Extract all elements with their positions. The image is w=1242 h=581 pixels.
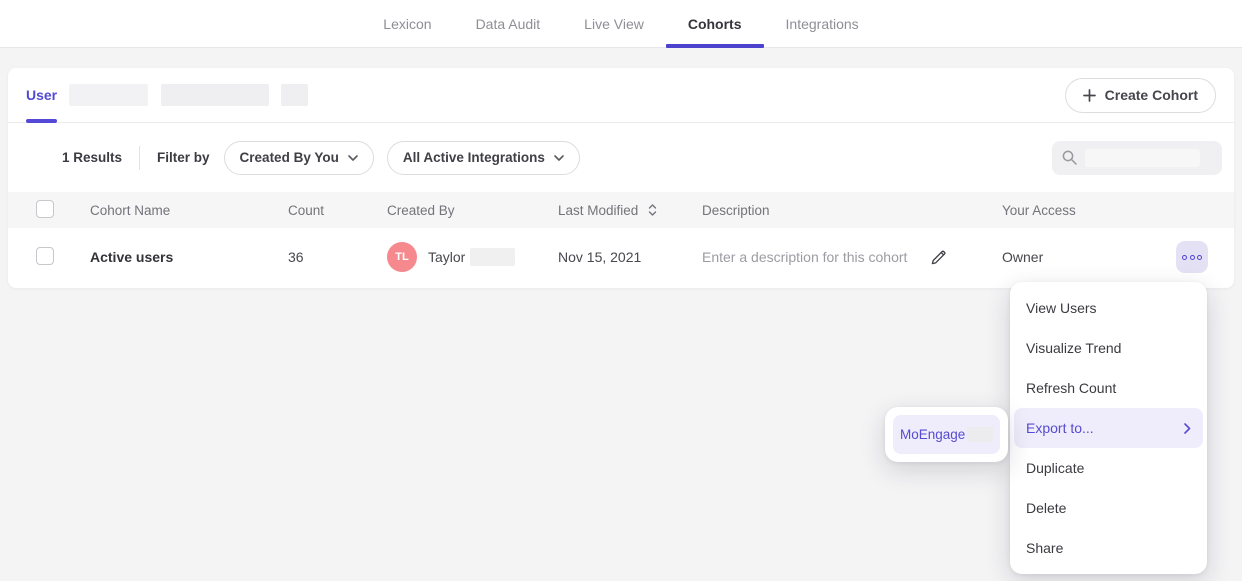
tab-cohorts[interactable]: Cohorts bbox=[666, 0, 764, 47]
menu-item-visualize-trend[interactable]: Visualize Trend bbox=[1014, 328, 1203, 368]
tab-live-view[interactable]: Live View bbox=[562, 0, 666, 47]
dot-icon bbox=[1182, 255, 1187, 260]
row-checkbox[interactable] bbox=[36, 247, 54, 265]
avatar: TL bbox=[387, 242, 417, 272]
redacted-tab[interactable] bbox=[161, 84, 269, 106]
plus-icon bbox=[1083, 89, 1096, 102]
create-cohort-label: Create Cohort bbox=[1105, 87, 1198, 103]
column-cohort-name: Cohort Name bbox=[90, 203, 288, 218]
menu-item-export-to[interactable]: Export to... bbox=[1014, 408, 1203, 448]
filter-by-label: Filter by bbox=[157, 150, 210, 165]
redacted-tab[interactable] bbox=[281, 84, 308, 106]
divider bbox=[139, 146, 140, 170]
menu-item-export-to-label: Export to... bbox=[1026, 420, 1094, 436]
menu-item-duplicate[interactable]: Duplicate bbox=[1014, 448, 1203, 488]
dot-icon bbox=[1197, 255, 1202, 260]
table-header: Cohort Name Count Created By Last Modifi… bbox=[8, 192, 1234, 228]
created-by-name: Taylor bbox=[428, 249, 465, 265]
integrations-dropdown[interactable]: All Active Integrations bbox=[387, 141, 580, 175]
access-value: Owner bbox=[1002, 249, 1043, 265]
integrations-dropdown-value: All Active Integrations bbox=[403, 150, 545, 165]
cohort-count: 36 bbox=[288, 249, 387, 265]
menu-item-refresh-count[interactable]: Refresh Count bbox=[1014, 368, 1203, 408]
top-navigation: Lexicon Data Audit Live View Cohorts Int… bbox=[0, 0, 1242, 48]
column-count: Count bbox=[288, 203, 387, 218]
header-checkbox-cell bbox=[8, 200, 90, 221]
chevron-down-icon bbox=[348, 155, 358, 161]
last-modified-date: Nov 15, 2021 bbox=[558, 249, 702, 265]
row-checkbox-cell bbox=[8, 247, 90, 268]
submenu-item-moengage[interactable]: MoEngage bbox=[893, 415, 1000, 454]
menu-item-share[interactable]: Share bbox=[1014, 528, 1203, 568]
created-by-cell: TL Taylor bbox=[387, 242, 558, 272]
results-count: 1 Results bbox=[62, 150, 122, 165]
cohort-type-tabs: User Create Cohort bbox=[8, 68, 1234, 123]
column-last-modified[interactable]: Last Modified bbox=[558, 203, 702, 218]
cohort-name[interactable]: Active users bbox=[90, 249, 288, 265]
redacted-search-text bbox=[1085, 149, 1200, 167]
menu-item-delete[interactable]: Delete bbox=[1014, 488, 1203, 528]
description-placeholder[interactable]: Enter a description for this cohort bbox=[702, 249, 907, 265]
export-submenu: MoEngage bbox=[885, 407, 1008, 462]
tab-lexicon[interactable]: Lexicon bbox=[361, 0, 453, 47]
your-access-cell: Owner bbox=[1002, 241, 1234, 273]
tab-user[interactable]: User bbox=[26, 68, 57, 122]
column-your-access: Your Access bbox=[1002, 203, 1234, 218]
cohort-context-menu: View Users Visualize Trend Refresh Count… bbox=[1010, 282, 1207, 574]
tab-data-audit[interactable]: Data Audit bbox=[454, 0, 563, 47]
description-cell: Enter a description for this cohort bbox=[702, 248, 1002, 267]
chevron-down-icon bbox=[554, 155, 564, 161]
edit-description-button[interactable] bbox=[929, 248, 948, 267]
sort-icon[interactable] bbox=[648, 204, 657, 216]
column-last-modified-label: Last Modified bbox=[558, 203, 638, 218]
tab-integrations[interactable]: Integrations bbox=[764, 0, 881, 47]
menu-item-view-users[interactable]: View Users bbox=[1014, 288, 1203, 328]
chevron-right-icon bbox=[1184, 423, 1191, 434]
column-description: Description bbox=[702, 203, 1002, 218]
pencil-icon bbox=[929, 248, 948, 267]
create-cohort-button[interactable]: Create Cohort bbox=[1065, 78, 1216, 113]
filter-bar: 1 Results Filter by Created By You All A… bbox=[8, 123, 1234, 192]
redacted-tab[interactable] bbox=[69, 84, 148, 106]
redacted-submenu-text bbox=[967, 427, 993, 442]
table-row[interactable]: Active users 36 TL Taylor Nov 15, 2021 E… bbox=[8, 228, 1234, 286]
search-input[interactable] bbox=[1052, 141, 1222, 175]
created-by-dropdown-value: Created By You bbox=[240, 150, 339, 165]
select-all-checkbox[interactable] bbox=[36, 200, 54, 218]
search-icon bbox=[1061, 149, 1078, 166]
column-created-by: Created By bbox=[387, 203, 558, 218]
cohorts-panel: User Create Cohort 1 Results Filter by C… bbox=[8, 68, 1234, 288]
dot-icon bbox=[1190, 255, 1195, 260]
row-overflow-menu-button[interactable] bbox=[1176, 241, 1208, 273]
submenu-item-moengage-label: MoEngage bbox=[900, 427, 965, 442]
created-by-dropdown[interactable]: Created By You bbox=[224, 141, 374, 175]
redacted-name bbox=[470, 248, 515, 266]
